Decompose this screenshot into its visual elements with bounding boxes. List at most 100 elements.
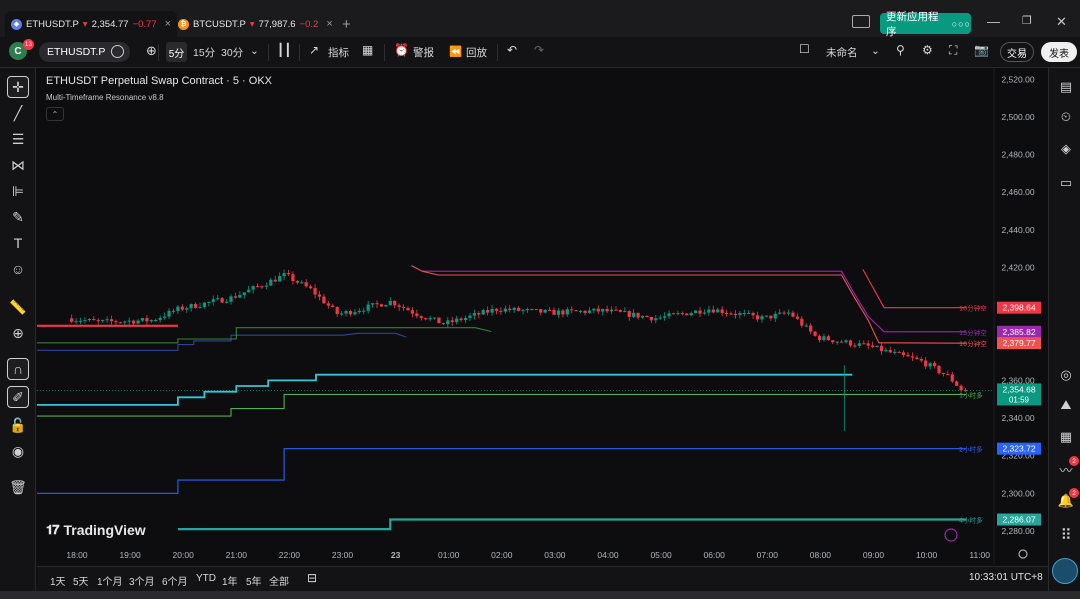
time-tick-label: 23 xyxy=(391,550,401,560)
pattern-icon[interactable]: ⋈ xyxy=(7,154,29,176)
brush-icon[interactable]: ✎ xyxy=(7,206,29,228)
candle-body xyxy=(193,303,198,308)
tab-ethusdt[interactable]: ◆ ETHUSDT.P ▾ 2,354.77 −0.77 × xyxy=(5,11,178,37)
eye-visibility-icon[interactable]: ◉ xyxy=(7,440,29,462)
magnet-icon[interactable]: ∩ xyxy=(7,358,29,380)
candle-body xyxy=(614,309,618,311)
layout-name[interactable]: 未命名 xyxy=(826,45,858,60)
collapse-chevron-icon[interactable]: ⌃ xyxy=(46,107,64,121)
candle-body xyxy=(74,321,78,323)
replay-icon[interactable]: ⏪ xyxy=(449,45,462,58)
redo-icon[interactable]: ↷ xyxy=(534,43,544,57)
candle-body xyxy=(707,309,711,313)
divider xyxy=(384,44,385,61)
range-6m[interactable]: 6个月 xyxy=(162,573,188,588)
replay-button[interactable]: 回放 xyxy=(466,45,487,60)
monitor-icon[interactable] xyxy=(852,15,870,28)
alert-button[interactable]: 警报 xyxy=(413,45,434,60)
crosshair-icon[interactable]: ✛ xyxy=(7,76,29,98)
ideas-icon[interactable]: ⛰ xyxy=(1057,396,1075,414)
eye-icon[interactable] xyxy=(111,45,124,58)
interval-5m[interactable]: 5分 xyxy=(166,42,187,62)
candle-body xyxy=(463,317,468,321)
candle-body xyxy=(556,310,561,315)
time-tick-label: 23:00 xyxy=(332,550,354,560)
candle-body xyxy=(888,349,892,353)
range-1y[interactable]: 1年 xyxy=(222,573,238,588)
range-all[interactable]: 全部 xyxy=(269,573,289,588)
more-dots-icon: ○○○ xyxy=(951,18,971,29)
trash-icon[interactable]: 🗑 xyxy=(7,476,29,498)
chat-icon[interactable]: ▭ xyxy=(1057,174,1075,192)
candle-body xyxy=(158,317,162,320)
candle-body xyxy=(517,307,521,311)
lock-icon[interactable]: 🔓 xyxy=(7,414,29,436)
update-app-button[interactable]: 更新应用程序 ○○○ xyxy=(880,11,971,38)
new-tab-plus-icon[interactable]: + xyxy=(342,16,351,33)
camera-icon[interactable]: 📷 xyxy=(974,43,989,57)
undo-icon[interactable]: ↶ xyxy=(507,43,517,57)
range-5y[interactable]: 5年 xyxy=(246,573,262,588)
range-5d[interactable]: 5天 xyxy=(73,573,89,588)
indicators-icon[interactable]: ↗ xyxy=(309,43,319,57)
layout-square-icon[interactable]: ☐ xyxy=(799,42,810,56)
quick-search-icon[interactable]: ⚲ xyxy=(896,43,905,57)
range-3m[interactable]: 3个月 xyxy=(129,573,155,588)
bar-style-icon[interactable]: ┃┃ xyxy=(277,43,291,57)
candle-body xyxy=(729,313,733,315)
publish-button[interactable]: 发表 xyxy=(1041,42,1077,62)
candle-body xyxy=(96,320,100,322)
trend-line-icon[interactable]: ╱ xyxy=(7,102,29,124)
alert-clock-icon[interactable]: ⏰ xyxy=(394,43,409,57)
watchlist-icon[interactable]: ▤ xyxy=(1057,78,1075,96)
candle-body xyxy=(840,341,844,343)
zoom-in-icon[interactable]: ⊕ xyxy=(7,322,29,344)
settings-gear-icon[interactable]: ⚙ xyxy=(922,43,933,57)
minimize-icon[interactable]: — xyxy=(987,14,1000,29)
close-window-icon[interactable]: ✕ xyxy=(1056,14,1067,30)
add-symbol-icon[interactable]: ⊕ xyxy=(146,43,157,59)
text-icon[interactable]: T xyxy=(7,232,29,254)
lock-pencil-icon[interactable]: ✐ xyxy=(7,386,29,408)
candle-body xyxy=(817,335,822,341)
apps-grid-icon[interactable]: ⠿ xyxy=(1057,526,1075,544)
price-badge-text-0: 2,398.64 xyxy=(1002,303,1035,313)
layers-icon[interactable]: ◈ xyxy=(1057,140,1075,158)
clock[interactable]: 10:33:01 UTC+8 xyxy=(969,572,1043,583)
trade-button[interactable]: 交易 xyxy=(1000,42,1034,62)
emoji-icon[interactable]: ☺ xyxy=(7,258,29,280)
interval-dropdown-icon[interactable]: ⌄ xyxy=(250,45,259,57)
candle-body xyxy=(362,310,366,312)
range-1d[interactable]: 1天 xyxy=(50,573,66,588)
tab-btcusdt[interactable]: ₿ BTCUSDT.P ▾ 77,987.6 −0.2 × xyxy=(172,11,339,37)
interval-15m[interactable]: 15分 xyxy=(193,45,215,60)
interval-30m[interactable]: 30分 xyxy=(221,45,243,60)
restore-window-icon[interactable]: ❐ xyxy=(1022,14,1032,27)
profile-avatar[interactable] xyxy=(1052,558,1078,584)
candle-body xyxy=(410,310,415,314)
templates-grid-icon[interactable]: ▦ xyxy=(362,43,373,57)
target-icon[interactable]: ◎ xyxy=(1057,366,1075,384)
alerts-clock-icon[interactable]: ⏲ xyxy=(1057,108,1075,126)
calendar-icon[interactable]: ▦ xyxy=(1057,428,1075,446)
range-1m[interactable]: 1个月 xyxy=(97,573,123,588)
candle-body xyxy=(778,312,782,314)
symbol-search[interactable]: ETHUSDT.P xyxy=(39,42,130,62)
candle-body xyxy=(915,357,919,359)
indicators-button[interactable]: 指标 xyxy=(328,45,349,60)
close-tab-icon[interactable]: × xyxy=(165,18,171,30)
close-tab-icon[interactable]: × xyxy=(326,18,332,30)
layout-dropdown-icon[interactable]: ⌄ xyxy=(871,45,880,57)
range-ytd[interactable]: YTD xyxy=(196,573,216,584)
indicator-name[interactable]: Multi-Timeframe Resonance v8.8 xyxy=(46,93,164,102)
date-range-icon[interactable]: ⊟ xyxy=(307,571,317,585)
ruler-icon[interactable]: 📏 xyxy=(7,296,29,318)
forecast-icon[interactable]: ⊫ xyxy=(7,180,29,202)
candle-body xyxy=(627,311,631,317)
candle-body xyxy=(596,308,600,312)
fib-lines-icon[interactable]: ☰ xyxy=(7,128,29,150)
fullscreen-icon[interactable]: ⛶ xyxy=(949,43,957,58)
price-chart[interactable]: 2,520.00 2,500.00 2,480.00 2,460.00 2,440.00… xyxy=(37,68,1047,565)
tab-change-arrow-icon: ▾ xyxy=(249,18,255,30)
candle-body xyxy=(393,300,397,306)
